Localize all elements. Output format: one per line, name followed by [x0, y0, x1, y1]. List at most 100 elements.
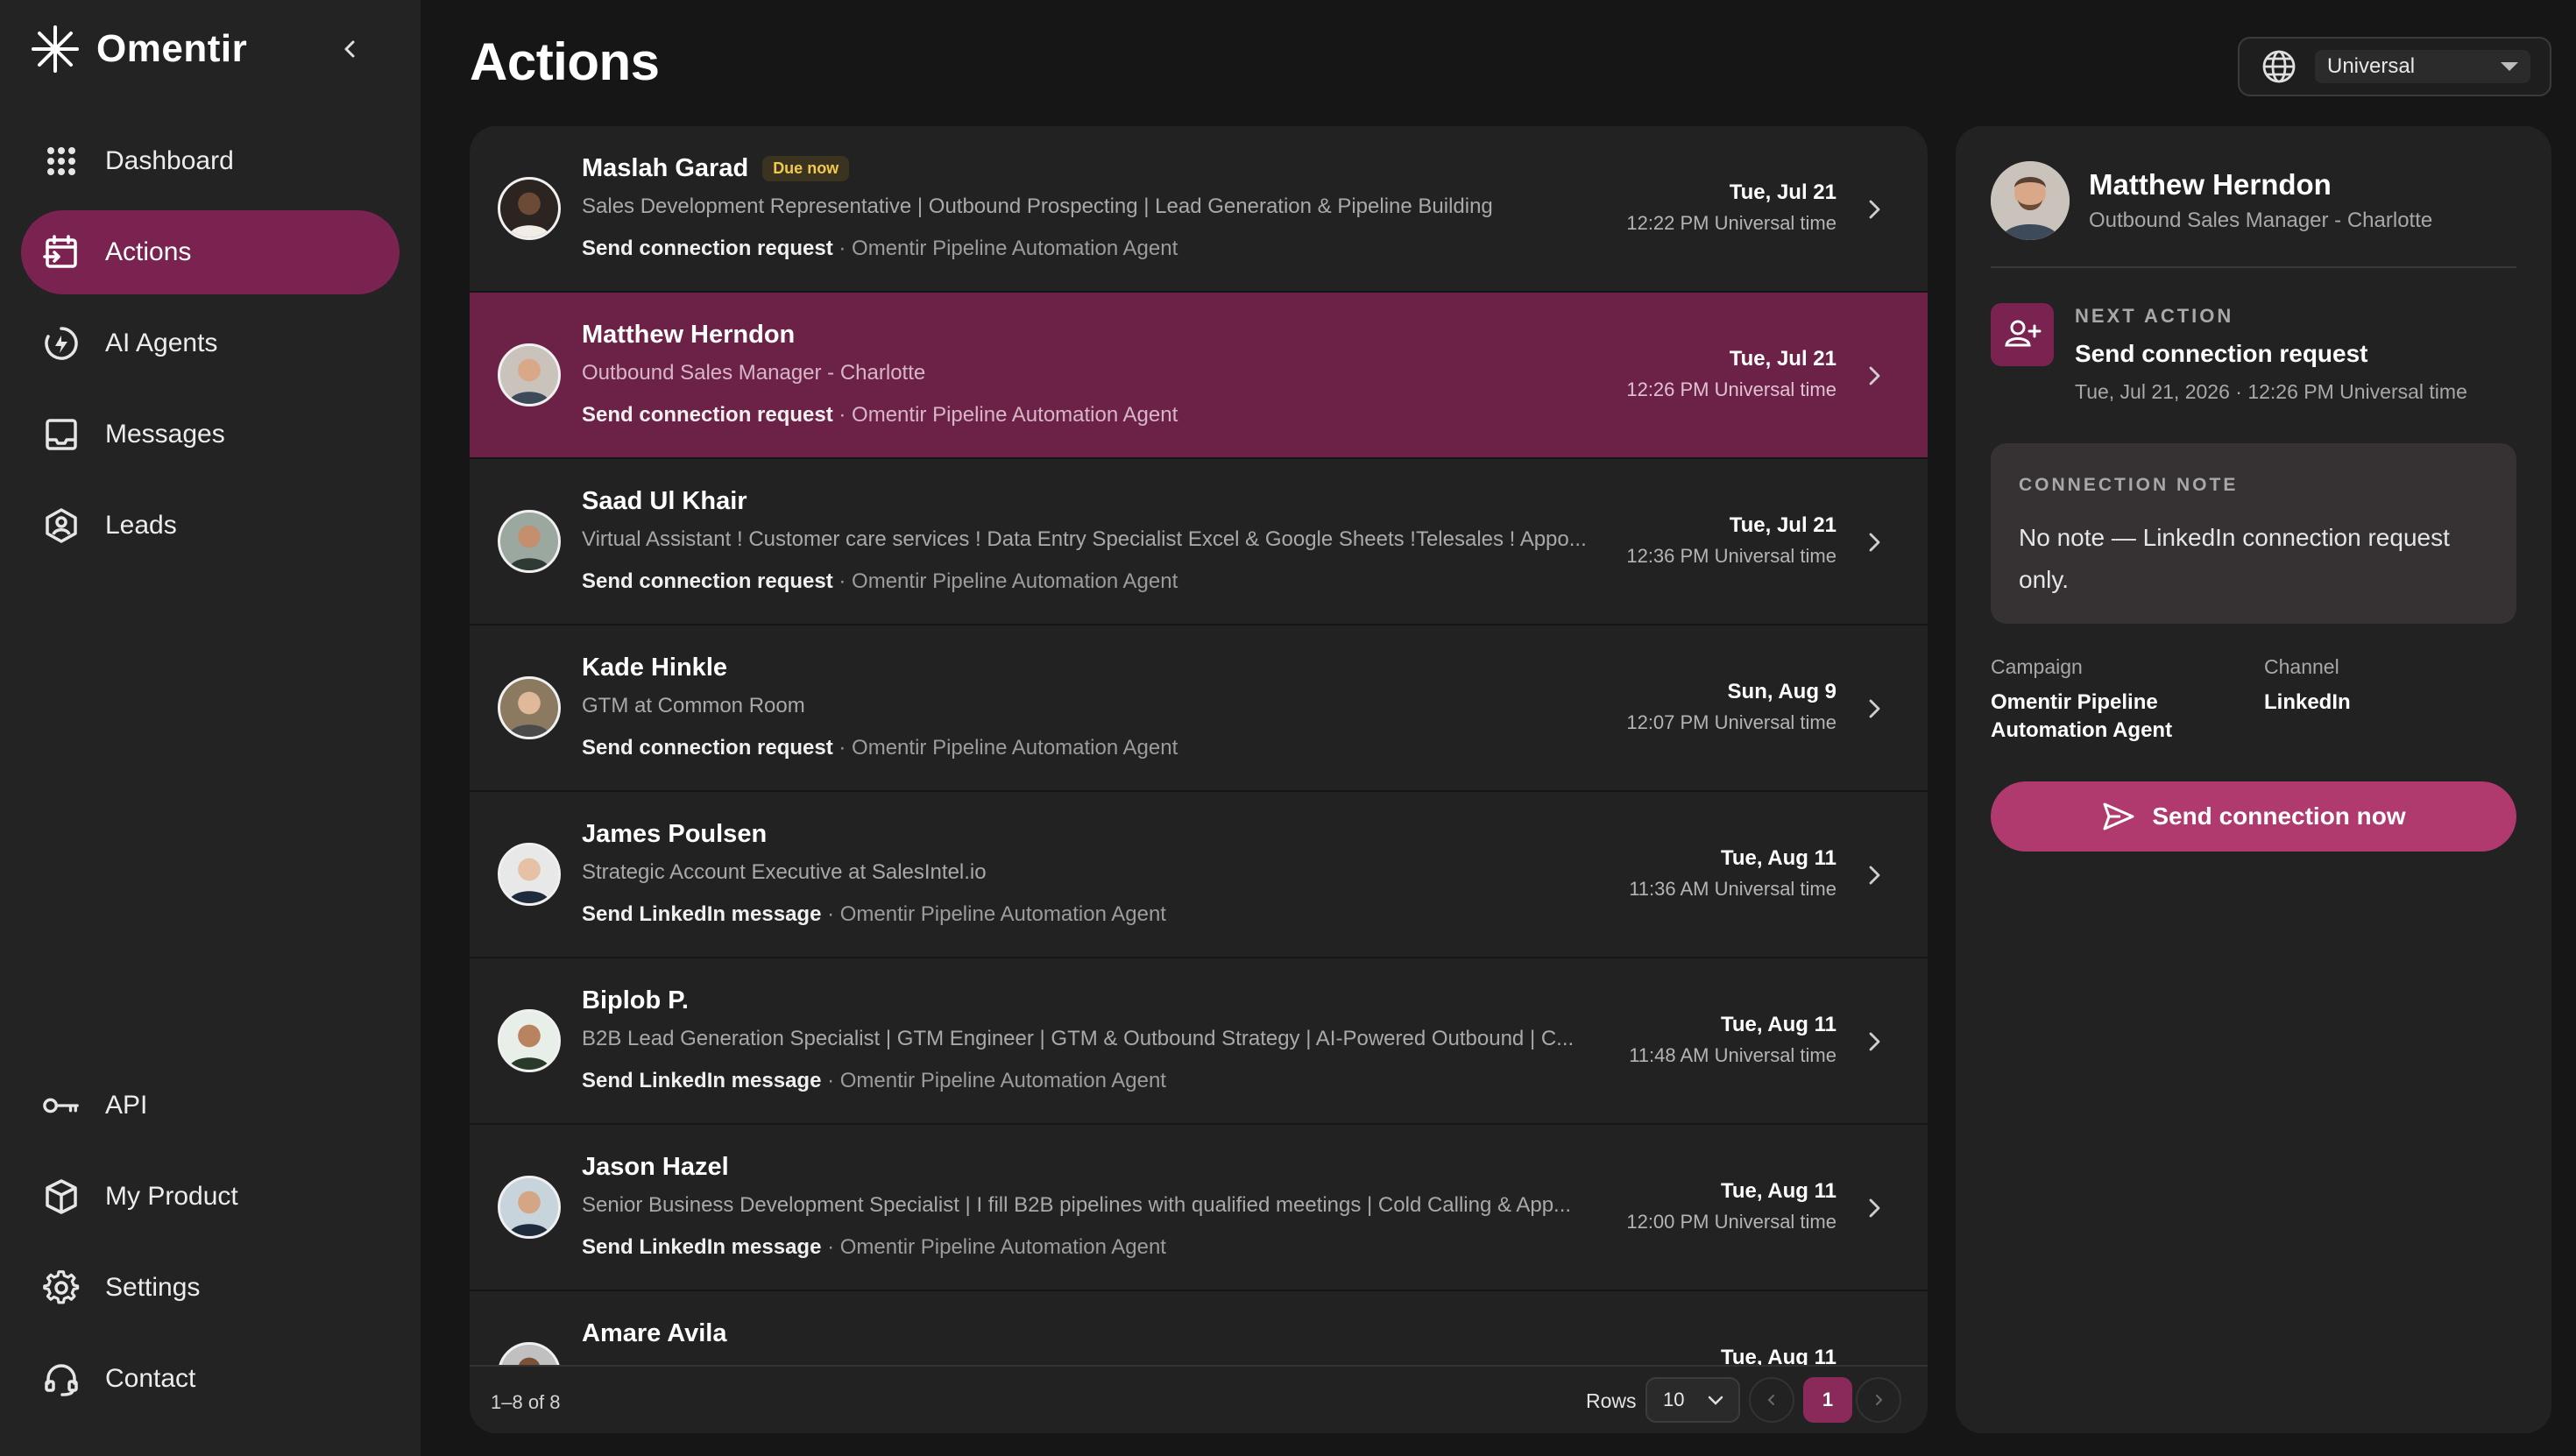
channel-label: Channel	[2264, 655, 2339, 678]
action-type: Send connection request	[582, 569, 833, 593]
sidebar-item-api[interactable]: API	[21, 1064, 393, 1148]
rows-per-page-select[interactable]: 10	[1645, 1377, 1740, 1423]
row-name-wrap: Amare Avila	[582, 1319, 727, 1348]
action-date: Tue, Jul 21	[1729, 513, 1836, 537]
action-row[interactable]: Saad Ul Khair Virtual Assistant ! Custom…	[470, 459, 1928, 626]
sidebar-item-label: Leads	[105, 511, 177, 540]
lead-headline: Senior Business Development Specialist |…	[582, 1193, 1572, 1217]
agent-name: · Omentir Pipeline Automation Agent	[832, 736, 1178, 760]
pagination-range: 1–8 of 8	[491, 1391, 561, 1413]
sidebar-item-my-product[interactable]: My Product	[21, 1155, 393, 1239]
sidebar-nav: Dashboard Actions AI Agents Messages Lea…	[21, 119, 400, 575]
row-action-line: Send connection request · Omentir Pipeli…	[582, 569, 1178, 594]
chevron-right-icon	[1869, 1198, 1880, 1218]
send-connection-button[interactable]: Send connection now	[1991, 781, 2516, 852]
globe-icon	[2262, 50, 2296, 83]
lead-name: Saad Ul Khair	[582, 487, 747, 515]
agent-icon	[42, 324, 81, 363]
next-page-button[interactable]	[1856, 1377, 1901, 1423]
action-date: Tue, Jul 21	[1729, 180, 1836, 204]
channel-value: LinkedIn	[2264, 690, 2351, 714]
lead-name: Maslah Garad	[582, 154, 749, 182]
avatar	[498, 510, 561, 573]
caret-down-icon	[2501, 62, 2518, 71]
lead-name: Kade Hinkle	[582, 654, 727, 682]
current-page-button[interactable]: 1	[1803, 1377, 1852, 1423]
campaign-value: Omentir Pipeline Automation Agent	[1991, 690, 2173, 742]
sidebar-item-settings[interactable]: Settings	[21, 1246, 393, 1330]
connection-note-label: CONNECTION NOTE	[2019, 475, 2239, 495]
action-row[interactable]: Matthew Herndon Outbound Sales Manager -…	[470, 293, 1928, 459]
chevron-right-icon	[1869, 366, 1880, 385]
rows-per-page-label: Rows	[1586, 1389, 1637, 1412]
leads-icon	[42, 506, 81, 545]
next-action-value: Send connection request	[2075, 340, 2368, 367]
action-time: 11:48 AM Universal time	[1629, 1044, 1836, 1066]
row-name-wrap: Saad Ul Khair	[582, 487, 747, 516]
add-user-icon	[1991, 303, 2054, 366]
chevron-right-icon	[1876, 1395, 1883, 1405]
send-connection-label: Send connection now	[2152, 802, 2406, 830]
action-type: Send connection request	[582, 237, 833, 260]
lead-name: Matthew Herndon	[2089, 168, 2332, 201]
row-action-line: Send LinkedIn message · Omentir Pipeline…	[582, 1069, 1166, 1093]
row-name-wrap: Matthew Herndon	[582, 321, 795, 350]
action-row[interactable]: James Poulsen Strategic Account Executiv…	[470, 792, 1928, 958]
action-row[interactable]: Amare Avila Tue, Aug 11	[470, 1291, 1928, 1365]
grid-icon	[42, 142, 81, 180]
sidebar-item-actions[interactable]: Actions	[21, 210, 400, 294]
actions-rows: Maslah Garad Due now Sales Development R…	[470, 126, 1928, 1365]
action-type: Send connection request	[582, 403, 833, 427]
key-icon	[42, 1086, 81, 1125]
agent-name: · Omentir Pipeline Automation Agent	[821, 902, 1166, 926]
action-row[interactable]: Maslah Garad Due now Sales Development R…	[470, 126, 1928, 293]
sidebar-item-ai-agents[interactable]: AI Agents	[21, 301, 400, 385]
action-row[interactable]: Jason Hazel Senior Business Development …	[470, 1125, 1928, 1291]
row-name-wrap: Maslah Garad Due now	[582, 154, 850, 183]
chevron-right-icon	[1869, 866, 1880, 885]
sidebar-item-label: Settings	[105, 1273, 201, 1302]
action-date: Sun, Aug 9	[1727, 680, 1836, 703]
row-name-wrap: Kade Hinkle	[582, 654, 727, 682]
action-row[interactable]: Kade Hinkle GTM at Common Room Send conn…	[470, 626, 1928, 792]
due-badge: Due now	[762, 156, 850, 181]
action-type: Send LinkedIn message	[582, 902, 822, 926]
sidebar-item-dashboard[interactable]: Dashboard	[21, 119, 400, 203]
action-detail-panel: Matthew Herndon Outbound Sales Manager -…	[1956, 126, 2551, 1433]
omentir-logo-icon	[32, 25, 79, 73]
avatar	[1991, 161, 2070, 240]
action-time: 11:36 AM Universal time	[1629, 878, 1836, 900]
actions-list: Maslah Garad Due now Sales Development R…	[470, 126, 1928, 1433]
box-icon	[42, 1177, 81, 1216]
row-action-line: Send LinkedIn message · Omentir Pipeline…	[582, 1235, 1166, 1260]
lead-headline: Strategic Account Executive at SalesInte…	[582, 860, 987, 884]
sidebar-item-contact[interactable]: Contact	[21, 1337, 393, 1421]
collapse-sidebar-button[interactable]	[333, 32, 368, 67]
action-date: Tue, Jul 21	[1729, 347, 1836, 371]
row-action-line: Send connection request · Omentir Pipeli…	[582, 237, 1178, 261]
avatar	[498, 676, 561, 739]
gear-icon	[42, 1269, 81, 1307]
sidebar-item-label: Contact	[105, 1364, 196, 1393]
agent-name: · Omentir Pipeline Automation Agent	[832, 237, 1178, 260]
lead-headline: B2B Lead Generation Specialist | GTM Eng…	[582, 1027, 1575, 1050]
calendar-action-icon	[42, 233, 81, 272]
brand[interactable]: Omentir	[30, 23, 247, 75]
lead-headline: GTM at Common Room	[582, 694, 805, 717]
row-action-line: Send LinkedIn message · Omentir Pipeline…	[582, 902, 1166, 927]
campaign-label: Campaign	[1991, 655, 2083, 678]
action-type: Send LinkedIn message	[582, 1069, 822, 1092]
timezone-value-box[interactable]: Universal	[2315, 50, 2530, 83]
send-icon	[2103, 802, 2134, 830]
action-row[interactable]: Biplob P. B2B Lead Generation Specialist…	[470, 958, 1928, 1125]
row-action-line: Send connection request · Omentir Pipeli…	[582, 403, 1178, 428]
prev-page-button[interactable]	[1749, 1377, 1794, 1423]
action-type: Send connection request	[582, 736, 833, 760]
connection-note-text: No note — LinkedIn connection request on…	[2019, 524, 2450, 593]
sidebar-item-messages[interactable]: Messages	[21, 392, 400, 477]
timezone-select[interactable]: Universal	[2238, 37, 2551, 96]
sidebar-item-label: API	[105, 1091, 148, 1120]
action-time: 12:26 PM Universal time	[1626, 378, 1836, 400]
sidebar-item-leads[interactable]: Leads	[21, 484, 400, 568]
chevron-right-icon	[1869, 1032, 1880, 1051]
